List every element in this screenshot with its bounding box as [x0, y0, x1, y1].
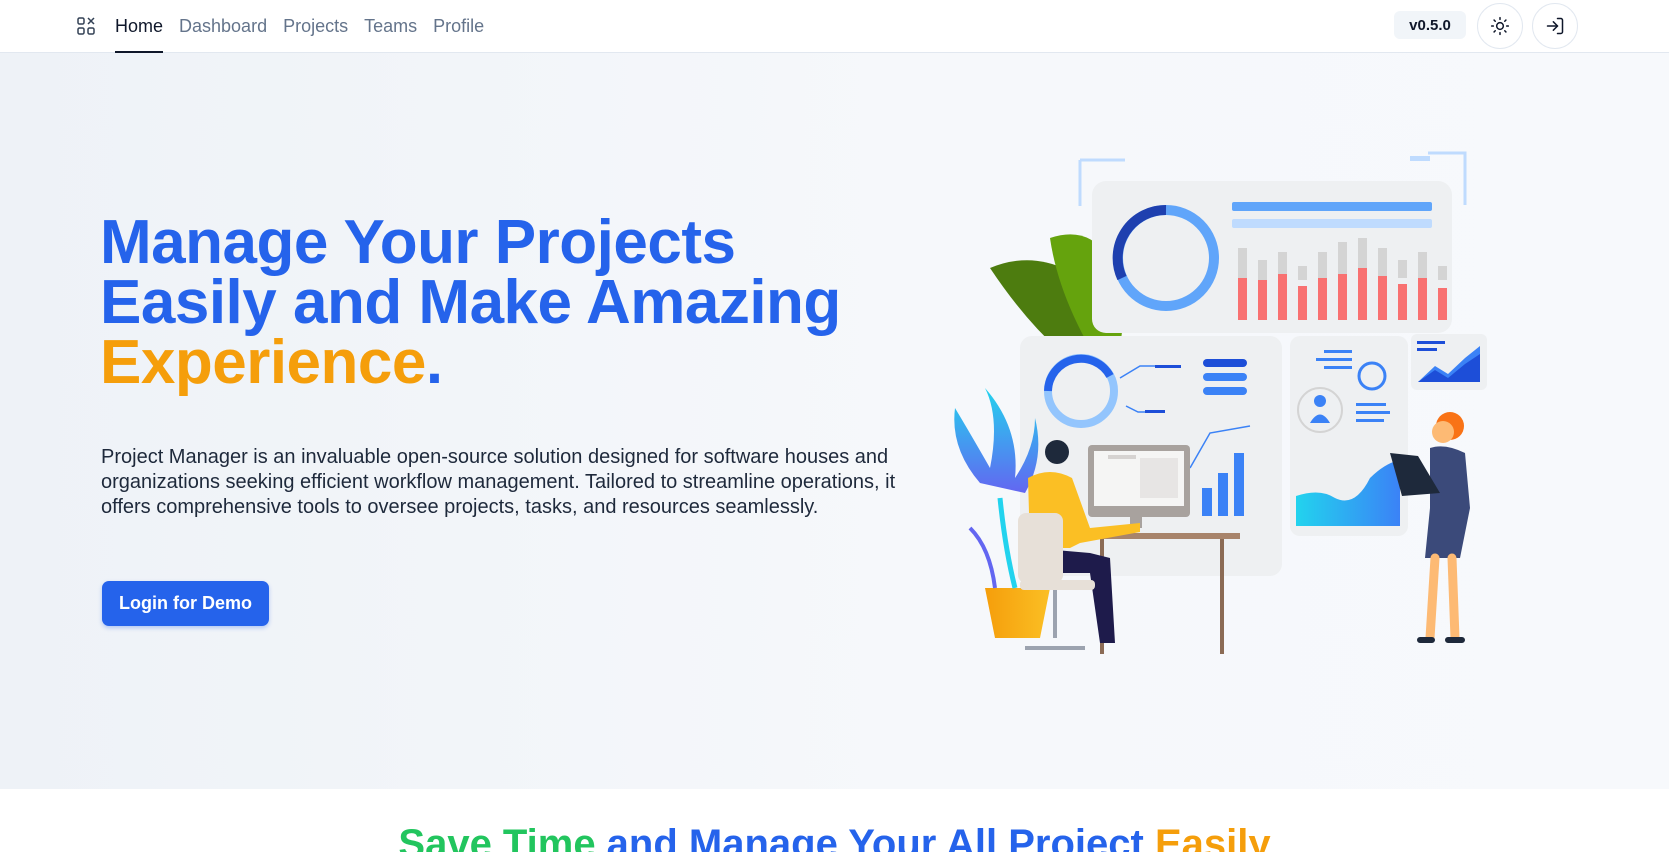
- section-title: Save Time and Manage Your All Project Ea…: [0, 822, 1669, 852]
- nav-link-teams[interactable]: Teams: [364, 0, 417, 53]
- nav-links: Home Dashboard Projects Teams Profile: [115, 0, 484, 53]
- hero-title-line2: Easily and Make Amazing: [100, 268, 841, 337]
- hero-illustration: [954, 151, 1487, 654]
- theme-toggle-button[interactable]: [1477, 3, 1523, 49]
- hero-description: Project Manager is an invaluable open-so…: [101, 446, 896, 518]
- version-badge: v0.5.0: [1394, 11, 1466, 39]
- logo-icon[interactable]: [76, 16, 96, 36]
- section-title-part2: and Manage Your All Project: [595, 822, 1155, 852]
- nav-link-profile[interactable]: Profile: [433, 0, 484, 53]
- navbar: Home Dashboard Projects Teams Profile v0…: [0, 0, 1669, 53]
- hero-title-line1: Manage Your Projects: [100, 208, 736, 277]
- section-title-part3: Easily: [1154, 822, 1271, 852]
- section-title-part1: Save Time: [398, 822, 596, 852]
- nav-link-home[interactable]: Home: [115, 0, 164, 53]
- login-demo-button[interactable]: Login for Demo: [102, 581, 269, 626]
- hero-title: Manage Your Projects Easily and Make Ama…: [100, 212, 880, 394]
- hero-title-dot: .: [425, 328, 443, 397]
- nav-link-projects[interactable]: Projects: [283, 0, 348, 53]
- login-button[interactable]: [1532, 3, 1578, 49]
- sun-icon: [1490, 16, 1510, 36]
- hero-title-accent: Experience: [100, 328, 426, 397]
- hero-section: Manage Your Projects Easily and Make Ama…: [0, 53, 1669, 789]
- login-icon: [1546, 17, 1564, 35]
- nav-link-dashboard[interactable]: Dashboard: [179, 0, 267, 53]
